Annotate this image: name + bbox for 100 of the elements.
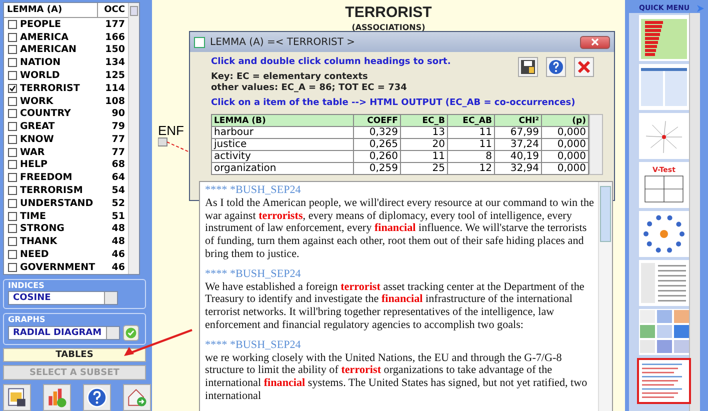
lemma-label: NATION: [20, 57, 62, 68]
table-cell[interactable]: 20: [400, 138, 448, 150]
lemma-label: STRONG: [20, 223, 66, 234]
checkbox[interactable]: [8, 122, 17, 132]
close-icon[interactable]: [574, 57, 594, 77]
home-icon[interactable]: [123, 384, 151, 411]
lemma-label: THANK: [20, 236, 58, 248]
lemma-label: TIME: [20, 210, 47, 222]
table-cell[interactable]: 25: [400, 162, 448, 174]
occurrence-count: 48: [110, 236, 126, 248]
scrollbar[interactable]: [589, 114, 603, 175]
key-text: other values: EC_A = 86; TOT EC = 734: [211, 83, 408, 93]
page-thumbnail[interactable]: [639, 211, 689, 257]
table-cell[interactable]: 0,259: [354, 162, 400, 174]
instruction-text: Click and double click column headings to sort.: [211, 57, 452, 67]
column-header[interactable]: LEMMA (B): [212, 114, 354, 126]
table-cell[interactable]: 67,99: [494, 126, 542, 138]
help-icon[interactable]: [83, 384, 111, 411]
occurrence-count: 64: [110, 172, 126, 184]
lemma-label: WORK: [20, 96, 54, 107]
lemma-label: WORLD: [20, 70, 61, 82]
checkbox[interactable]: [8, 173, 17, 182]
action-button[interactable]: TABLES: [3, 348, 146, 362]
close-button[interactable]: [580, 36, 610, 48]
column-header[interactable]: OCC: [98, 3, 128, 17]
save-table-icon[interactable]: [3, 384, 31, 411]
confirm-icon[interactable]: [123, 324, 139, 341]
column-header[interactable]: LEMMA (A): [4, 3, 98, 17]
checkbox[interactable]: [8, 160, 17, 170]
checkbox[interactable]: [8, 212, 17, 221]
page-thumbnail[interactable]: [637, 358, 691, 404]
lemma-label: TERRORIST: [20, 82, 81, 94]
column-header[interactable]: COEFF: [354, 114, 400, 126]
checkbox[interactable]: [8, 237, 17, 246]
scrollbar[interactable]: [689, 13, 700, 411]
occurrence-count: 125: [104, 70, 126, 82]
page-thumbnail[interactable]: [639, 260, 689, 306]
occurrence-count: 150: [104, 44, 126, 56]
column-header[interactable]: EC_B: [400, 114, 448, 126]
checkbox[interactable]: [8, 109, 17, 118]
table-cell[interactable]: 0,260: [354, 150, 400, 162]
table-cell[interactable]: 0,329: [354, 126, 400, 138]
lemma-list[interactable]: [3, 2, 140, 275]
checkbox[interactable]: [8, 134, 17, 144]
scrollbar[interactable]: [128, 3, 139, 274]
key-text: Key: EC = elementary contexts: [211, 72, 369, 82]
help-icon[interactable]: [546, 57, 566, 77]
page-thumbnail[interactable]: [639, 113, 689, 159]
table-cell[interactable]: 13: [400, 126, 448, 138]
checkbox[interactable]: [8, 262, 17, 272]
table-cell[interactable]: 0,265: [354, 138, 400, 150]
page-thumbnail[interactable]: [639, 15, 689, 61]
table-cell[interactable]: 8: [448, 150, 494, 162]
column-header[interactable]: CHI²: [494, 114, 542, 126]
checkbox[interactable]: [8, 32, 17, 42]
page-thumbnail[interactable]: [639, 64, 689, 110]
context-header: **** *BUSH_SEP24: [205, 338, 302, 352]
lemma-label: GREAT: [20, 121, 56, 132]
table-cell[interactable]: 11: [448, 126, 494, 138]
table-cell[interactable]: 11: [400, 150, 448, 162]
checkbox[interactable]: [8, 45, 17, 54]
occurrence-count: 90: [110, 108, 126, 120]
table-cell[interactable]: harbour: [212, 126, 354, 138]
checkbox[interactable]: [8, 148, 17, 157]
checkbox[interactable]: [8, 198, 17, 208]
scrollbar[interactable]: [598, 182, 612, 411]
context-header: **** *BUSH_SEP24: [205, 184, 302, 197]
table-cell[interactable]: 40,19: [494, 150, 542, 162]
page-thumbnail[interactable]: [639, 309, 689, 355]
table-cell[interactable]: 37,24: [494, 138, 542, 150]
checkbox[interactable]: [8, 71, 17, 80]
column-header[interactable]: EC_AB: [448, 114, 494, 126]
checkbox[interactable]: [8, 186, 17, 196]
graphs-dropdown[interactable]: RADIAL DIAGRAM: [8, 326, 120, 340]
column-header[interactable]: (p): [542, 114, 588, 126]
checkbox[interactable]: [8, 224, 17, 234]
table-cell[interactable]: 11: [448, 138, 494, 150]
checkbox[interactable]: [8, 58, 17, 68]
checkbox[interactable]: [8, 96, 17, 106]
checkbox[interactable]: [8, 250, 17, 259]
graph-subtitle: (ASSOCIATIONS): [352, 23, 426, 32]
lemma-label: PEOPLE: [20, 18, 62, 30]
lemma-label: GOVERNMENT: [20, 262, 96, 273]
close-icon: [591, 38, 599, 46]
context-paragraph: we re working closely with the United Nations, the EU and through the G-7/G-8 structure to limit the ability of terrorist organizations to take advantage of the international financial systems. The United States has signed, but not yet ratified, two international: [205, 352, 588, 403]
table-cell[interactable]: 12: [448, 162, 494, 174]
checkbox[interactable]: [8, 20, 17, 29]
indices-dropdown[interactable]: COSINE: [8, 290, 118, 305]
save-icon[interactable]: [518, 57, 538, 77]
chart-check-icon[interactable]: [43, 384, 71, 411]
table-cell[interactable]: organization: [212, 162, 354, 174]
table-cell[interactable]: 32,94: [494, 162, 542, 174]
checkbox[interactable]: [8, 84, 17, 93]
table-cell[interactable]: 0,000: [542, 162, 588, 174]
table-cell[interactable]: activity: [212, 150, 354, 162]
dialog-title: LEMMA (A) =< TERRORIST >: [210, 36, 356, 48]
graph-title: TERRORIST: [345, 4, 432, 21]
table-cell[interactable]: justice: [212, 138, 354, 150]
occurrence-count: 108: [104, 96, 126, 107]
lemma-label: FREEDOM: [20, 172, 74, 184]
